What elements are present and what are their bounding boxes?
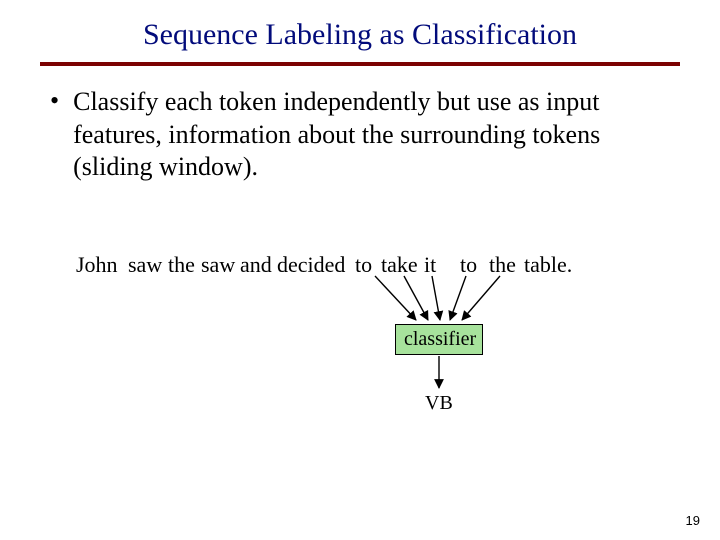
token: to	[460, 252, 477, 278]
bullet-item: • Classify each token independently but …	[40, 86, 680, 184]
bullet-text: Classify each token independently but us…	[73, 86, 633, 184]
title-underline	[40, 62, 680, 66]
token: table.	[524, 252, 572, 278]
classifier-box: classifier	[395, 324, 483, 355]
token: saw	[201, 252, 235, 278]
token: and	[240, 252, 272, 278]
token: the	[168, 252, 195, 278]
bullet-marker: •	[50, 88, 59, 114]
token: take	[381, 252, 418, 278]
token: to	[355, 252, 372, 278]
slide-title: Sequence Labeling as Classification	[40, 18, 680, 52]
token: decided	[277, 252, 345, 278]
classifier-label: classifier	[404, 328, 476, 350]
token: John	[76, 252, 118, 278]
diagram: Johnsawthesawanddecidedtotakeittothetabl…	[0, 252, 720, 452]
token: it	[424, 252, 436, 278]
output-tag: VB	[425, 392, 453, 415]
arrows-layer	[0, 252, 720, 452]
token: saw	[128, 252, 162, 278]
token: the	[489, 252, 516, 278]
page-number: 19	[686, 513, 700, 528]
